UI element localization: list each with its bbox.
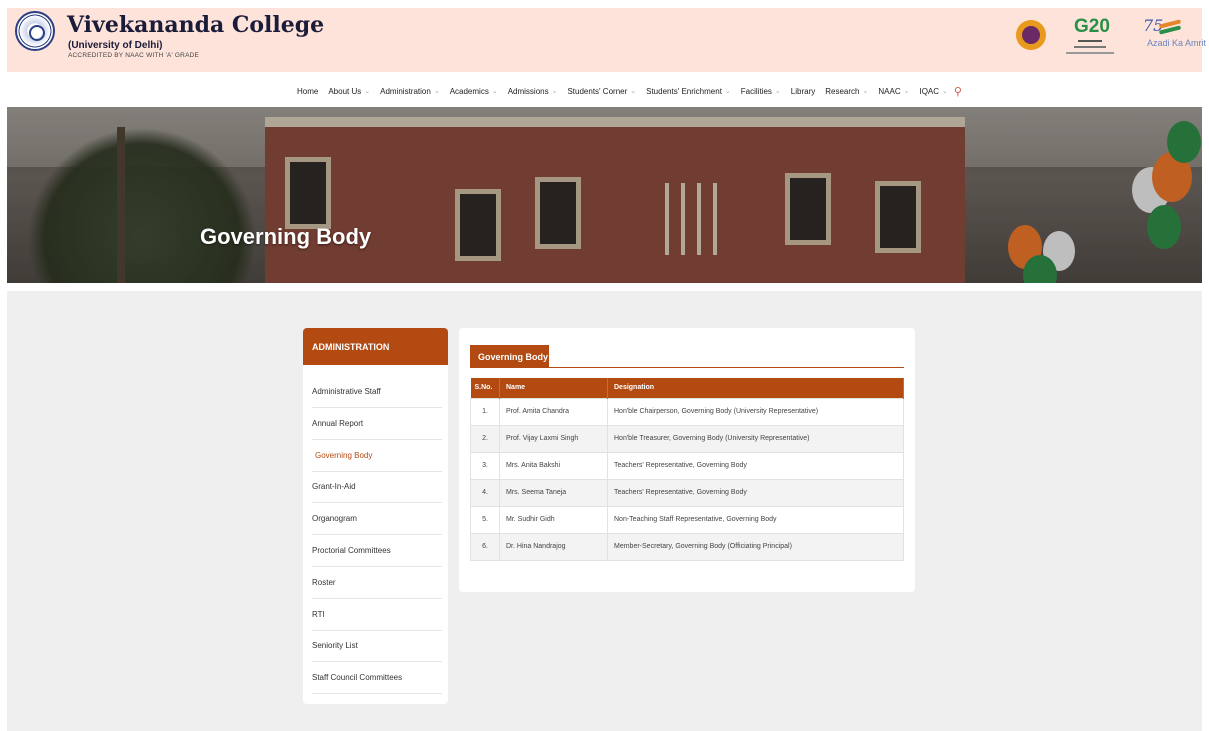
cell-designation: Member-Secretary, Governing Body (Offici… xyxy=(607,532,904,561)
column-header-sno: S.No. xyxy=(470,378,500,398)
sidebar-item-proctorial-committees[interactable]: Proctorial Committees xyxy=(312,535,442,567)
nav-item-iqac[interactable]: IQAC ⌄ xyxy=(919,87,947,96)
table-row: 2. Prof. Vijay Laxmi Singh Hon'ble Treasur… xyxy=(470,424,904,453)
sidebar-item-organogram[interactable]: Organogram xyxy=(312,503,442,536)
nav-item-about-us[interactable]: About Us ⌄ xyxy=(328,87,370,96)
g20-emblem: G20 xyxy=(1062,16,1117,62)
nav-item-academics[interactable]: Academics ⌄ xyxy=(450,87,498,96)
nav-item-label: Library xyxy=(790,86,816,96)
cell-sno: 6. xyxy=(470,532,500,561)
column-header-designation: Designation xyxy=(607,378,904,398)
cell-designation: Non-Teaching Staff Representative, Gover… xyxy=(607,505,904,534)
table-row: 1. Prof. Amita Chandra Hon'ble Chairperson… xyxy=(470,397,904,426)
nav-item-admissions[interactable]: Admissions ⌄ xyxy=(508,87,558,96)
azadi-text: Azadi Ka Amrit Mahotsav xyxy=(1147,38,1209,48)
nav-item-label: Admissions xyxy=(507,86,549,96)
sidebar-item-staff-council-committees[interactable]: Staff Council Committees xyxy=(312,662,442,695)
sidebar-heading: ADMINISTRATION xyxy=(303,328,448,365)
sidebar-item-annual-report[interactable]: Annual Report xyxy=(312,408,442,440)
chevron-down-icon: ⌄ xyxy=(903,88,910,95)
sidebar-item-rti[interactable]: RTI xyxy=(312,599,442,631)
table-header-row: S.No. Name Designation xyxy=(470,378,904,398)
nav-item-label: Research xyxy=(825,86,860,96)
nav-item-naac[interactable]: NAAC ⌄ xyxy=(878,87,909,96)
cell-name: Dr. Hina Nandrajog xyxy=(499,532,608,561)
nav-item-research[interactable]: Research ⌄ xyxy=(825,87,868,96)
nav-item-label: Students' Enrichment xyxy=(646,86,722,96)
cell-name: Prof. Vijay Laxmi Singh xyxy=(499,424,608,453)
chevron-down-icon: ⌄ xyxy=(551,88,558,95)
tab-divider xyxy=(470,367,904,368)
nav-item-administration[interactable]: Administration ⌄ xyxy=(380,87,440,96)
centenary-emblem xyxy=(1016,18,1052,54)
cell-sno: 4. xyxy=(470,478,500,507)
nav-item-label: Academics xyxy=(449,86,489,96)
page-banner: Governing Body xyxy=(7,107,1202,283)
table-row: 3. Mrs. Anita Bakshi Teachers' Representat… xyxy=(470,451,904,480)
cell-designation: Teachers' Representative, Governing Body xyxy=(607,451,904,480)
sidebar-item-governing-body[interactable]: Governing Body xyxy=(312,440,442,472)
chevron-down-icon: ⌄ xyxy=(433,88,440,95)
sidebar-item-grant-in-aid[interactable]: Grant-In-Aid xyxy=(312,471,442,504)
nav-item-label: About Us xyxy=(328,86,362,96)
administration-sidebar: ADMINISTRATION Administrative Staff Annua… xyxy=(303,328,448,704)
cell-sno: 2. xyxy=(470,424,500,453)
table-row: 5. Mr. Sudhir Gidh Non-Teaching Staff Repr… xyxy=(470,505,904,534)
chevron-down-icon: ⌄ xyxy=(630,88,637,95)
nav-item-label: IQAC xyxy=(919,86,940,96)
nav-item-label: Home xyxy=(297,86,319,96)
cell-name: Mrs. Anita Bakshi xyxy=(499,451,608,480)
chevron-down-icon: ⌄ xyxy=(774,88,781,95)
nav-item-home[interactable]: Home xyxy=(297,87,318,96)
nav-item-library[interactable]: Library xyxy=(791,87,815,96)
cell-sno: 5. xyxy=(470,505,500,534)
college-logo[interactable] xyxy=(15,11,55,51)
university-name: (University of Delhi) xyxy=(68,40,163,51)
accreditation-text: ACCREDITED BY NAAC WITH 'A' GRADE xyxy=(68,52,200,59)
page-title: Governing Body xyxy=(200,224,372,249)
tab-governing-body[interactable]: Governing Body xyxy=(470,345,549,368)
governing-body-panel: Governing Body S.No. Name Designation 1.… xyxy=(459,328,915,592)
nav-item-label: NAAC xyxy=(878,86,901,96)
nav-item-students-corner[interactable]: Students' Corner ⌄ xyxy=(567,87,636,96)
chevron-down-icon: ⌄ xyxy=(491,88,498,95)
cell-name: Prof. Amita Chandra xyxy=(499,397,608,426)
governing-body-table: S.No. Name Designation 1. Prof. Amita Cha… xyxy=(470,378,904,561)
nav-item-label: Administration xyxy=(380,86,431,96)
cell-designation: Teachers' Representative, Governing Body xyxy=(607,478,904,507)
nav-item-students-enrichment[interactable]: Students' Enrichment ⌄ xyxy=(646,87,731,96)
main-nav: Home About Us ⌄ Administration ⌄ Academics ⌄ Ad… xyxy=(297,84,962,98)
site-header: Vivekananda College (University of Delhi… xyxy=(7,8,1209,72)
cell-sno: 3. xyxy=(470,451,500,480)
column-header-name: Name xyxy=(499,378,608,398)
cell-designation: Hon'ble Treasurer, Governing Body (Unive… xyxy=(607,424,904,453)
table-row: 6. Dr. Hina Nandrajog Member-Secretary, Go… xyxy=(470,532,904,561)
college-name[interactable]: Vivekananda College xyxy=(67,12,324,38)
chevron-down-icon: ⌄ xyxy=(942,88,948,95)
sidebar-item-roster[interactable]: Roster xyxy=(312,567,442,599)
chevron-down-icon: ⌄ xyxy=(724,88,731,95)
azadi-emblem: 75 Azadi Ka Amrit Mahotsav xyxy=(1133,16,1209,64)
nav-item-label: Students' Corner xyxy=(567,86,628,96)
cell-designation: Hon'ble Chairperson, Governing Body (Uni… xyxy=(607,397,904,426)
nav-item-label: Facilities xyxy=(740,86,772,96)
g20-logo-text: G20 xyxy=(1074,16,1110,37)
cell-name: Mr. Sudhir Gidh xyxy=(499,505,608,534)
sidebar-item-seniority-list[interactable]: Seniority List xyxy=(312,630,442,663)
search-icon[interactable]: ⚲ xyxy=(954,85,962,98)
table-row: 4. Mrs. Seema Taneja Teachers' Representat… xyxy=(470,478,904,507)
chevron-down-icon: ⌄ xyxy=(862,88,869,95)
sidebar-item-administrative-staff[interactable]: Administrative Staff xyxy=(312,376,442,408)
chevron-down-icon: ⌄ xyxy=(364,88,371,95)
cell-sno: 1. xyxy=(470,397,500,426)
nav-item-facilities[interactable]: Facilities ⌄ xyxy=(741,87,781,96)
cell-name: Mrs. Seema Taneja xyxy=(499,478,608,507)
